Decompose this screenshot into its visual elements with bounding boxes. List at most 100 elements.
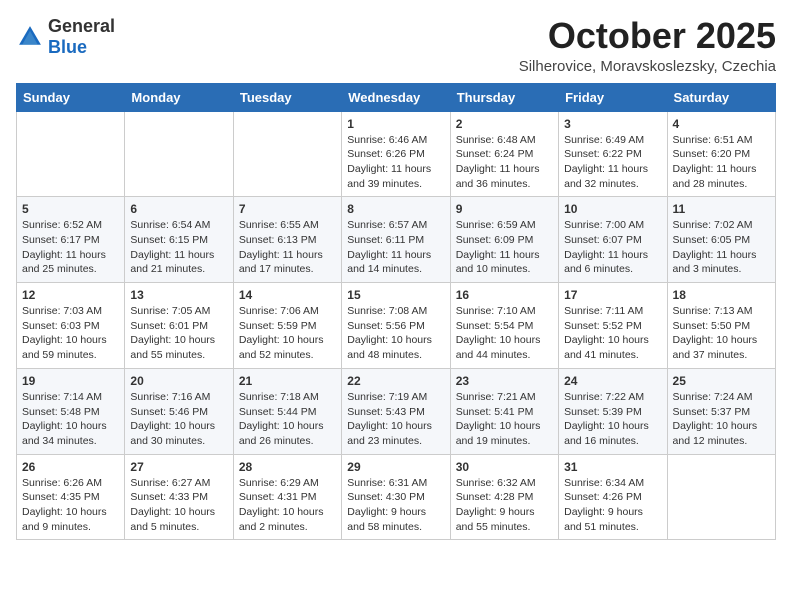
calendar-week-4: 19Sunrise: 7:14 AM Sunset: 5:48 PM Dayli… [17,368,776,454]
day-info: Sunrise: 6:31 AM Sunset: 4:30 PM Dayligh… [347,476,444,535]
day-info: Sunrise: 7:05 AM Sunset: 6:01 PM Dayligh… [130,304,227,363]
day-number: 11 [673,202,770,216]
logo-text-blue: Blue [48,37,87,57]
day-number: 7 [239,202,336,216]
day-number: 31 [564,460,661,474]
day-number: 20 [130,374,227,388]
calendar-cell: 29 Sunrise: 6:31 AM Sunset: 4:30 PM Dayli… [342,454,450,540]
day-number: 6 [130,202,227,216]
day-number: 12 [22,288,119,302]
calendar-cell: 30 Sunrise: 6:32 AM Sunset: 4:28 PM Dayli… [450,454,558,540]
weekday-header-saturday: Saturday [667,83,775,111]
weekday-header-thursday: Thursday [450,83,558,111]
calendar-cell: 18 Sunrise: 7:13 AM Sunset: 5:50 PM Dayli… [667,283,775,369]
day-number: 16 [456,288,553,302]
day-info: Sunrise: 6:34 AM Sunset: 4:26 PM Dayligh… [564,476,661,535]
logo-icon [16,23,44,51]
day-info: Sunrise: 6:59 AM Sunset: 6:09 PM Dayligh… [456,218,553,277]
day-number: 17 [564,288,661,302]
day-number: 10 [564,202,661,216]
day-info: Sunrise: 7:00 AM Sunset: 6:07 PM Dayligh… [564,218,661,277]
day-info: Sunrise: 7:03 AM Sunset: 6:03 PM Dayligh… [22,304,119,363]
day-info: Sunrise: 6:51 AM Sunset: 6:20 PM Dayligh… [673,133,770,192]
day-info: Sunrise: 7:18 AM Sunset: 5:44 PM Dayligh… [239,390,336,449]
calendar-week-3: 12 Sunrise: 7:03 AM Sunset: 6:03 PM Dayli… [17,283,776,369]
calendar-cell: 13Sunrise: 7:05 AM Sunset: 6:01 PM Dayli… [125,283,233,369]
day-info: Sunrise: 7:02 AM Sunset: 6:05 PM Dayligh… [673,218,770,277]
day-number: 19 [22,374,119,388]
logo: General Blue [16,16,115,58]
day-info: Sunrise: 6:49 AM Sunset: 6:22 PM Dayligh… [564,133,661,192]
day-number: 24 [564,374,661,388]
calendar-cell [667,454,775,540]
day-number: 23 [456,374,553,388]
calendar-cell: 20 Sunrise: 7:16 AM Sunset: 5:46 PM Dayli… [125,368,233,454]
day-info: Sunrise: 6:29 AM Sunset: 4:31 PM Dayligh… [239,476,336,535]
weekday-header-wednesday: Wednesday [342,83,450,111]
day-number: 2 [456,117,553,131]
calendar-cell: 10 Sunrise: 7:00 AM Sunset: 6:07 PM Dayli… [559,197,667,283]
day-number: 8 [347,202,444,216]
day-number: 1 [347,117,444,131]
day-info: Sunrise: 7:13 AM Sunset: 5:50 PM Dayligh… [673,304,770,363]
weekday-header-sunday: Sunday [17,83,125,111]
calendar-cell: 8 Sunrise: 6:57 AM Sunset: 6:11 PM Daylig… [342,197,450,283]
day-number: 28 [239,460,336,474]
day-number: 22 [347,374,444,388]
calendar-cell [17,111,125,197]
day-number: 29 [347,460,444,474]
calendar-cell: 16 Sunrise: 7:10 AM Sunset: 5:54 PM Dayli… [450,283,558,369]
weekday-header-friday: Friday [559,83,667,111]
day-number: 5 [22,202,119,216]
calendar-cell: 28 Sunrise: 6:29 AM Sunset: 4:31 PM Dayli… [233,454,341,540]
day-info: Sunrise: 7:16 AM Sunset: 5:46 PM Dayligh… [130,390,227,449]
calendar-cell: 6Sunrise: 6:54 AM Sunset: 6:15 PM Daylig… [125,197,233,283]
day-number: 18 [673,288,770,302]
calendar-table: SundayMondayTuesdayWednesdayThursdayFrid… [16,83,776,541]
calendar-cell: 11 Sunrise: 7:02 AM Sunset: 6:05 PM Dayli… [667,197,775,283]
day-info: Sunrise: 6:52 AM Sunset: 6:17 PM Dayligh… [22,218,119,277]
calendar-week-1: 1Sunrise: 6:46 AM Sunset: 6:26 PM Daylig… [17,111,776,197]
day-info: Sunrise: 6:57 AM Sunset: 6:11 PM Dayligh… [347,218,444,277]
day-number: 30 [456,460,553,474]
calendar-cell: 24 Sunrise: 7:22 AM Sunset: 5:39 PM Dayli… [559,368,667,454]
calendar-cell: 25 Sunrise: 7:24 AM Sunset: 5:37 PM Dayli… [667,368,775,454]
day-info: Sunrise: 7:06 AM Sunset: 5:59 PM Dayligh… [239,304,336,363]
day-number: 26 [22,460,119,474]
day-number: 3 [564,117,661,131]
calendar-cell: 9 Sunrise: 6:59 AM Sunset: 6:09 PM Daylig… [450,197,558,283]
logo-text-general: General [48,16,115,36]
calendar-cell: 22Sunrise: 7:19 AM Sunset: 5:43 PM Dayli… [342,368,450,454]
day-info: Sunrise: 7:24 AM Sunset: 5:37 PM Dayligh… [673,390,770,449]
calendar-cell: 31 Sunrise: 6:34 AM Sunset: 4:26 PM Dayli… [559,454,667,540]
day-number: 14 [239,288,336,302]
day-info: Sunrise: 7:21 AM Sunset: 5:41 PM Dayligh… [456,390,553,449]
calendar-cell: 7Sunrise: 6:55 AM Sunset: 6:13 PM Daylig… [233,197,341,283]
day-number: 15 [347,288,444,302]
day-info: Sunrise: 7:22 AM Sunset: 5:39 PM Dayligh… [564,390,661,449]
calendar-week-2: 5 Sunrise: 6:52 AM Sunset: 6:17 PM Daylig… [17,197,776,283]
day-info: Sunrise: 7:08 AM Sunset: 5:56 PM Dayligh… [347,304,444,363]
calendar-cell: 12 Sunrise: 7:03 AM Sunset: 6:03 PM Dayli… [17,283,125,369]
day-number: 21 [239,374,336,388]
calendar-cell: 23 Sunrise: 7:21 AM Sunset: 5:41 PM Dayli… [450,368,558,454]
calendar-cell: 17 Sunrise: 7:11 AM Sunset: 5:52 PM Dayli… [559,283,667,369]
day-info: Sunrise: 6:27 AM Sunset: 4:33 PM Dayligh… [130,476,227,535]
calendar-cell: 26Sunrise: 6:26 AM Sunset: 4:35 PM Dayli… [17,454,125,540]
weekday-header-tuesday: Tuesday [233,83,341,111]
day-info: Sunrise: 7:10 AM Sunset: 5:54 PM Dayligh… [456,304,553,363]
day-number: 4 [673,117,770,131]
calendar-cell: 5 Sunrise: 6:52 AM Sunset: 6:17 PM Daylig… [17,197,125,283]
month-title: October 2025 [519,16,776,56]
calendar-cell: 2Sunrise: 6:48 AM Sunset: 6:24 PM Daylig… [450,111,558,197]
day-info: Sunrise: 6:32 AM Sunset: 4:28 PM Dayligh… [456,476,553,535]
calendar-cell [125,111,233,197]
calendar-week-5: 26Sunrise: 6:26 AM Sunset: 4:35 PM Dayli… [17,454,776,540]
calendar-cell: 1Sunrise: 6:46 AM Sunset: 6:26 PM Daylig… [342,111,450,197]
day-number: 25 [673,374,770,388]
day-number: 9 [456,202,553,216]
day-info: Sunrise: 7:11 AM Sunset: 5:52 PM Dayligh… [564,304,661,363]
day-number: 27 [130,460,227,474]
calendar-cell: 4 Sunrise: 6:51 AM Sunset: 6:20 PM Daylig… [667,111,775,197]
calendar-cell: 19Sunrise: 7:14 AM Sunset: 5:48 PM Dayli… [17,368,125,454]
